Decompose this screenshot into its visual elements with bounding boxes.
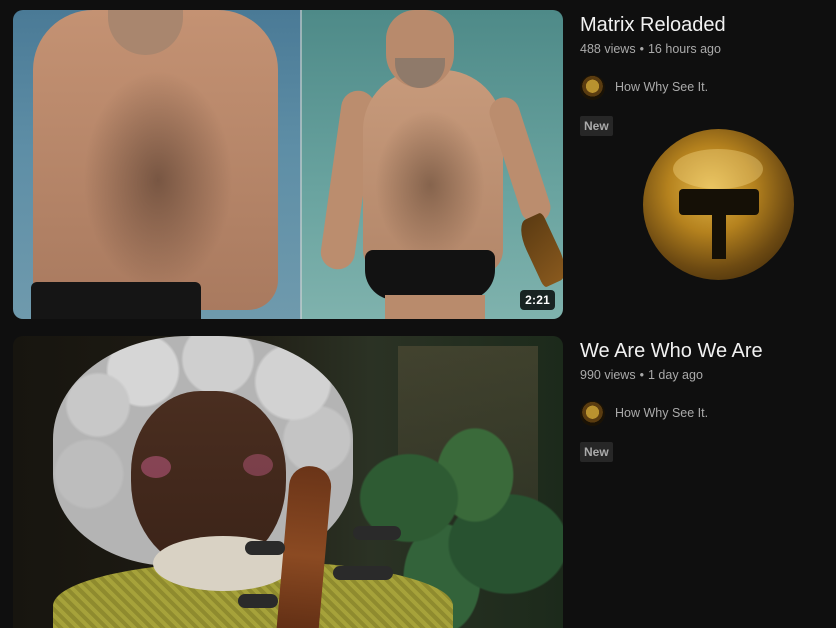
upload-age: 1 day ago bbox=[647, 368, 703, 382]
view-count: 990 views bbox=[580, 368, 636, 382]
tuning-peg bbox=[238, 594, 278, 608]
channel-avatar-large[interactable] bbox=[643, 129, 794, 280]
thumbnail-divider bbox=[300, 10, 302, 319]
blush-left bbox=[141, 456, 171, 478]
channel-avatar[interactable] bbox=[580, 74, 605, 100]
figure-trunks-right bbox=[365, 250, 495, 300]
video-thumbnail[interactable] bbox=[13, 336, 563, 628]
channel-link[interactable]: How Why See It. bbox=[580, 74, 823, 100]
figure-legs bbox=[385, 295, 485, 319]
new-badge: New bbox=[580, 442, 613, 462]
video-meta: We Are Who We Are 990 views • 1 day ago Ho… bbox=[580, 336, 823, 462]
tuning-peg bbox=[333, 566, 393, 580]
video-feed: 2:21 Matrix Reloaded 488 views • 16 hours … bbox=[0, 0, 836, 628]
new-badge: New bbox=[580, 116, 613, 136]
tuning-peg bbox=[245, 541, 285, 555]
channel-link[interactable]: How Why See It. bbox=[580, 400, 823, 426]
duration-badge: 2:21 bbox=[520, 290, 555, 310]
helmet-shine bbox=[673, 149, 763, 189]
channel-avatar[interactable] bbox=[580, 400, 605, 426]
upload-age: 16 hours ago bbox=[647, 42, 721, 56]
figure-shading bbox=[83, 70, 233, 290]
tuning-peg bbox=[353, 526, 401, 540]
figure-shading-right bbox=[375, 110, 485, 260]
view-count: 488 views bbox=[580, 42, 636, 56]
video-title[interactable]: Matrix Reloaded bbox=[580, 12, 823, 38]
separator-dot: • bbox=[639, 368, 644, 382]
figure-trunks bbox=[31, 282, 201, 319]
helmet-slit bbox=[712, 209, 726, 259]
channel-name[interactable]: How Why See It. bbox=[615, 406, 708, 420]
video-stats: 990 views • 1 day ago bbox=[580, 366, 823, 384]
video-meta: Matrix Reloaded 488 views • 16 hours ago H… bbox=[580, 10, 823, 136]
video-item: We Are Who We Are 990 views • 1 day ago Ho… bbox=[13, 336, 823, 628]
separator-dot: • bbox=[639, 42, 644, 56]
video-thumbnail[interactable]: 2:21 bbox=[13, 10, 563, 319]
channel-name[interactable]: How Why See It. bbox=[615, 80, 708, 94]
video-title[interactable]: We Are Who We Are bbox=[580, 338, 823, 364]
blush-right bbox=[243, 454, 273, 476]
video-stats: 488 views • 16 hours ago bbox=[580, 40, 823, 58]
